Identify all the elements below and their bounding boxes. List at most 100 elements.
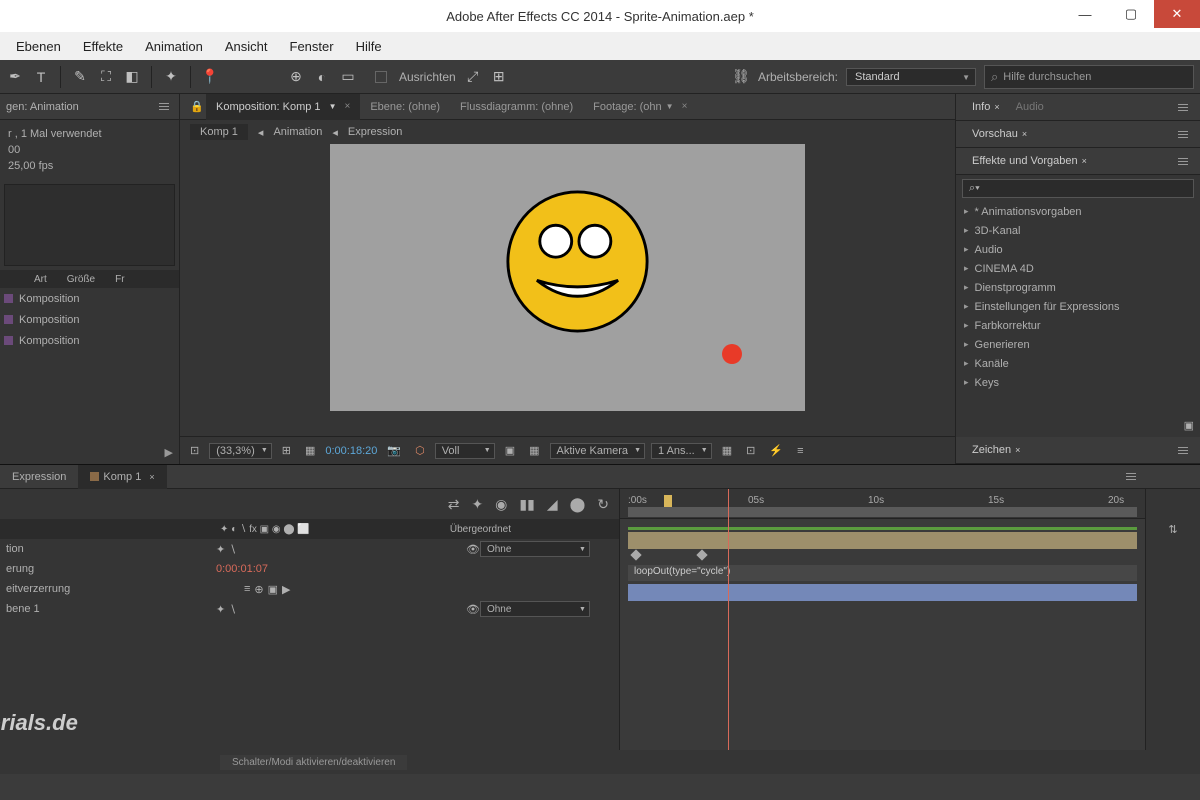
layer-row[interactable]: bene 1 ✦∖ 👁 Ohne: [0, 599, 619, 619]
playhead[interactable]: [728, 489, 729, 750]
canvas[interactable]: [330, 144, 805, 411]
roi-icon[interactable]: ▣: [501, 444, 519, 457]
keyframe-icon[interactable]: [630, 549, 641, 560]
fx-category[interactable]: 3D-Kanal: [960, 221, 1196, 240]
fx-category[interactable]: Einstellungen für Expressions: [960, 297, 1196, 316]
fx-category[interactable]: * Animationsvorgaben: [960, 202, 1196, 221]
tab-preview[interactable]: Vorschau×: [964, 124, 1035, 144]
close-button[interactable]: ✕: [1154, 0, 1200, 28]
maximize-button[interactable]: ▢: [1108, 0, 1154, 28]
zoom-dropdown[interactable]: (33,3%): [209, 443, 272, 459]
always-preview-icon[interactable]: ⊡: [186, 444, 203, 457]
shape-icon[interactable]: ▭: [339, 68, 357, 86]
layer-row[interactable]: tion ✦∖ 👁 Ohne: [0, 539, 619, 559]
tl-tool-icon[interactable]: ✦: [471, 496, 483, 513]
project-row[interactable]: Komposition: [0, 288, 179, 309]
camera-dropdown[interactable]: Aktive Kamera: [550, 443, 646, 459]
snap-icon[interactable]: ⤢: [464, 68, 482, 86]
transparency-icon[interactable]: ▦: [525, 444, 543, 457]
pin-tool-icon[interactable]: 📍: [201, 68, 219, 86]
cti-marker[interactable]: [664, 495, 672, 507]
align-checkbox[interactable]: [375, 71, 387, 83]
parent-dropdown[interactable]: Ohne: [480, 601, 590, 617]
fast-preview-icon[interactable]: ⚡: [765, 444, 787, 457]
minimize-button[interactable]: —: [1062, 0, 1108, 28]
tl-tool-icon[interactable]: ▮▮: [519, 496, 534, 513]
toggle-switches-button[interactable]: Schalter/Modi aktivieren/deaktivieren: [220, 755, 407, 770]
mask-icon[interactable]: ◐: [313, 68, 331, 86]
tl-tool-icon[interactable]: ◢: [547, 496, 558, 513]
text-tool-icon[interactable]: T: [32, 68, 50, 86]
layer-bar[interactable]: [628, 532, 1137, 549]
rotobrush-tool-icon[interactable]: ✦: [162, 68, 180, 86]
panel-menu-icon[interactable]: [1174, 100, 1192, 115]
stamp-tool-icon[interactable]: ⛶: [97, 68, 115, 86]
fx-category[interactable]: CINEMA 4D: [960, 259, 1196, 278]
brush-tool-icon[interactable]: ✎: [71, 68, 89, 86]
effects-search-input[interactable]: ⌕▾: [962, 179, 1194, 198]
eye-icon[interactable]: 👁: [466, 603, 480, 616]
menu-effekte[interactable]: Effekte: [73, 36, 133, 57]
time-value[interactable]: 0:00:01:07: [216, 563, 268, 575]
panel-menu-icon[interactable]: [1174, 443, 1192, 458]
panel-menu-icon[interactable]: [1174, 127, 1192, 142]
time-ruler[interactable]: :00s 05s 10s 15s 20s: [620, 489, 1145, 519]
workspace-dropdown[interactable]: Standard: [846, 68, 976, 86]
layer-row[interactable]: erung 0:00:01:07: [0, 559, 619, 579]
parent-dropdown[interactable]: Ohne: [480, 541, 590, 557]
layer-bar[interactable]: [628, 584, 1137, 601]
menu-hilfe[interactable]: Hilfe: [346, 36, 392, 57]
tab-expression[interactable]: Expression: [0, 465, 78, 489]
tl-tool-icon[interactable]: ⬤: [570, 496, 586, 513]
current-time[interactable]: 0:00:18:20: [325, 445, 377, 457]
keyframe-icon[interactable]: [696, 549, 707, 560]
pixel-aspect-icon[interactable]: ⊡: [742, 444, 759, 457]
eye-icon[interactable]: 👁: [466, 543, 480, 556]
help-search-input[interactable]: Hilfe durchsuchen: [984, 65, 1194, 89]
fx-category[interactable]: Audio: [960, 240, 1196, 259]
tab-composition[interactable]: Komposition: Komp 1▼×: [206, 94, 360, 120]
play-icon[interactable]: ▶: [165, 446, 173, 462]
view-option-icon[interactable]: ▦: [718, 444, 736, 457]
fx-category[interactable]: Kanäle: [960, 354, 1196, 373]
eraser-tool-icon[interactable]: ◧: [123, 68, 141, 86]
work-area-bar[interactable]: [628, 507, 1137, 517]
panel-menu-icon[interactable]: [1174, 154, 1192, 169]
anchor-icon[interactable]: ⊕: [287, 68, 305, 86]
fx-category[interactable]: Dienstprogramm: [960, 278, 1196, 297]
breadcrumb-item[interactable]: Animation: [273, 126, 322, 138]
panel-menu-icon[interactable]: [1122, 469, 1140, 484]
tab-footage[interactable]: Footage: (ohn▼×: [583, 94, 697, 120]
pen-tool-icon[interactable]: ✒: [6, 68, 24, 86]
close-tab-icon[interactable]: ×: [344, 101, 350, 112]
tl-tool-icon[interactable]: ↻: [597, 496, 609, 513]
layer-row[interactable]: eitverzerrung ≡⊕▣▶: [0, 579, 619, 599]
tab-audio[interactable]: Audio: [1008, 97, 1052, 117]
tl-tool-icon[interactable]: ⇄: [448, 496, 460, 513]
timeline-track-area[interactable]: :00s 05s 10s 15s 20s loopOut(type="cycle…: [620, 489, 1145, 750]
tl-tool-icon[interactable]: ◉: [495, 496, 507, 513]
new-bin-icon[interactable]: ▣: [1184, 420, 1194, 432]
mask-visibility-icon[interactable]: ▦: [301, 444, 319, 457]
project-row[interactable]: Komposition: [0, 309, 179, 330]
snapshot-icon[interactable]: 📷: [383, 444, 405, 457]
tab-layer[interactable]: Ebene: (ohne): [360, 94, 450, 120]
breadcrumb-item[interactable]: Expression: [348, 126, 402, 138]
tab-effects[interactable]: Effekte und Vorgaben×: [964, 151, 1095, 171]
lock-icon[interactable]: 🔒: [188, 98, 206, 116]
expression-text[interactable]: loopOut(type="cycle"): [628, 565, 1137, 581]
composition-viewport[interactable]: [180, 144, 955, 436]
timeline-icon[interactable]: ≡: [793, 445, 807, 457]
fx-category[interactable]: Generieren: [960, 335, 1196, 354]
menu-fenster[interactable]: Fenster: [280, 36, 344, 57]
panel-menu-icon[interactable]: [155, 99, 173, 114]
menu-ebenen[interactable]: Ebenen: [6, 36, 71, 57]
channel-icon[interactable]: ⬡: [411, 444, 429, 457]
tab-komp1[interactable]: Komp 1×: [78, 465, 166, 489]
views-dropdown[interactable]: 1 Ans...: [651, 443, 712, 459]
fx-category[interactable]: Keys: [960, 373, 1196, 392]
tab-character[interactable]: Zeichen×: [964, 440, 1028, 460]
menu-animation[interactable]: Animation: [135, 36, 213, 57]
resolution-icon[interactable]: ⊞: [278, 444, 295, 457]
tab-info[interactable]: Info×: [964, 97, 1008, 117]
